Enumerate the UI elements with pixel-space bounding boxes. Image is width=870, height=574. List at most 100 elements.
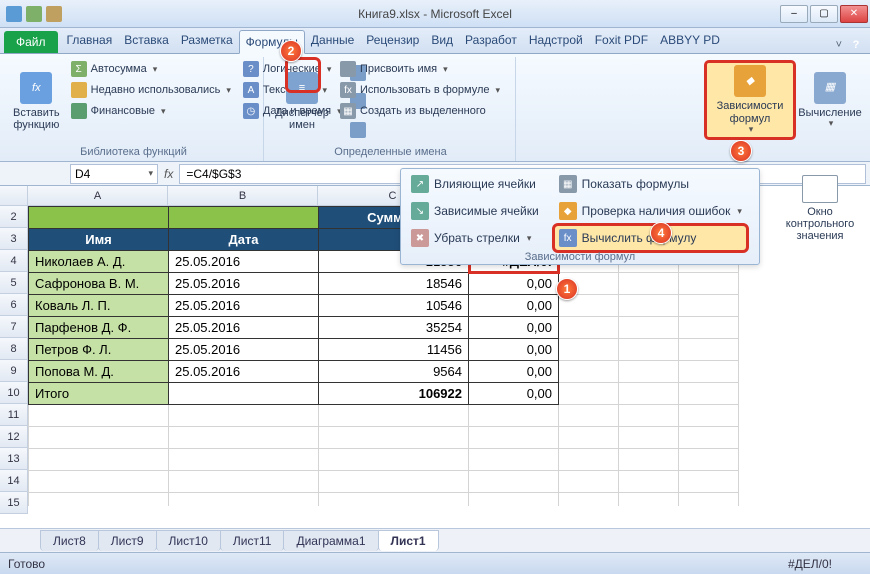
cell[interactable] xyxy=(559,361,619,383)
select-all-corner[interactable] xyxy=(0,186,28,206)
autosum-button[interactable]: ΣАвтосумма▾ xyxy=(67,59,235,79)
row-header[interactable]: 10 xyxy=(0,382,28,404)
cell[interactable] xyxy=(619,295,679,317)
column-header[interactable]: A xyxy=(28,186,168,206)
cell[interactable]: 106922 xyxy=(319,383,469,405)
cell[interactable] xyxy=(169,427,319,449)
sheet-tab[interactable]: Лист11 xyxy=(220,530,285,551)
sheet-tab[interactable]: Лист8 xyxy=(40,530,99,551)
cell[interactable] xyxy=(319,405,469,427)
name-manager-button[interactable]: ≡ Диспетчер имен xyxy=(272,59,332,144)
pct-cell[interactable]: 0,00 xyxy=(469,317,559,339)
cell[interactable] xyxy=(679,295,739,317)
cell[interactable] xyxy=(679,361,739,383)
calculation-button[interactable]: ▦ Вычисление▾ xyxy=(800,62,860,137)
cell[interactable] xyxy=(29,471,169,493)
sheet-tab[interactable]: Диаграмма1 xyxy=(283,530,378,551)
financial-button[interactable]: Финансовые▾ xyxy=(67,101,235,121)
cell[interactable]: Имя xyxy=(29,229,169,251)
tab-вид[interactable]: Вид xyxy=(425,29,459,53)
undo-icon[interactable] xyxy=(46,6,62,22)
cell[interactable] xyxy=(319,471,469,493)
maximize-button[interactable]: ▢ xyxy=(810,5,838,23)
pct-cell[interactable]: 0,00 xyxy=(469,361,559,383)
row-header[interactable]: 6 xyxy=(0,294,28,316)
cell[interactable] xyxy=(169,383,319,405)
tab-foxit pdf[interactable]: Foxit PDF xyxy=(589,29,654,53)
use-in-formula-button[interactable]: fxИспользовать в формуле▾ xyxy=(336,80,504,100)
remove-arrows-button[interactable]: ✖Убрать стрелки▾ xyxy=(407,226,543,250)
pct-cell[interactable]: 0,00 xyxy=(469,295,559,317)
create-from-selection-button[interactable]: ▦Создать из выделенного xyxy=(336,101,504,121)
watch-window-button[interactable]: Окно контрольного значения xyxy=(778,175,862,242)
date-cell[interactable]: 25.05.2016 xyxy=(169,317,319,339)
insert-function-button[interactable]: fx Вставить функцию xyxy=(10,59,63,144)
cell[interactable] xyxy=(679,339,739,361)
total-label[interactable]: Итого xyxy=(29,383,169,405)
tab-вставка[interactable]: Вставка xyxy=(118,29,175,53)
show-formulas-button[interactable]: ▦Показать формулы xyxy=(555,172,746,196)
name-cell[interactable]: Парфенов Д. Ф. xyxy=(29,317,169,339)
cell[interactable] xyxy=(619,317,679,339)
row-header[interactable]: 12 xyxy=(0,426,28,448)
date-cell[interactable]: 25.05.2016 xyxy=(169,361,319,383)
cell[interactable] xyxy=(679,449,739,471)
cell[interactable] xyxy=(169,493,319,507)
cell[interactable] xyxy=(169,449,319,471)
name-box[interactable]: D4▾ xyxy=(70,164,158,184)
cell[interactable] xyxy=(619,493,679,507)
row-header[interactable]: 2 xyxy=(0,206,28,228)
cell[interactable]: 0,00 xyxy=(469,383,559,405)
cell[interactable] xyxy=(619,339,679,361)
fx-label-icon[interactable]: fx xyxy=(164,167,173,181)
row-header[interactable]: 5 xyxy=(0,272,28,294)
cell[interactable] xyxy=(169,405,319,427)
trace-precedents-button[interactable]: ↗Влияющие ячейки xyxy=(407,172,543,196)
define-name-button[interactable]: Присвоить имя▾ xyxy=(336,59,504,79)
cell[interactable] xyxy=(469,427,559,449)
tab-надстрой[interactable]: Надстрой xyxy=(523,29,589,53)
row-header[interactable]: 11 xyxy=(0,404,28,426)
sheet-tab[interactable]: Лист9 xyxy=(98,530,157,551)
cell[interactable] xyxy=(619,449,679,471)
sheet-tab[interactable]: Лист1 xyxy=(378,530,439,551)
cell[interactable] xyxy=(679,471,739,493)
tab-abbyy pd[interactable]: ABBYY PD xyxy=(654,29,726,53)
tab-file[interactable]: Файл xyxy=(4,31,58,53)
cell[interactable] xyxy=(169,207,319,229)
row-header[interactable]: 13 xyxy=(0,448,28,470)
ribbon-collapse-icon[interactable]: ˅ xyxy=(836,39,842,51)
name-cell[interactable]: Петров Ф. Л. xyxy=(29,339,169,361)
cell[interactable] xyxy=(559,493,619,507)
help-icon[interactable]: ? xyxy=(848,37,864,53)
cell[interactable] xyxy=(319,449,469,471)
cell[interactable] xyxy=(559,339,619,361)
cell[interactable] xyxy=(319,493,469,507)
date-cell[interactable]: 25.05.2016 xyxy=(169,295,319,317)
cell[interactable] xyxy=(469,449,559,471)
row-header[interactable]: 14 xyxy=(0,470,28,492)
cell[interactable] xyxy=(679,427,739,449)
sum-cell[interactable]: 18546 xyxy=(319,273,469,295)
error-checking-button[interactable]: ◆Проверка наличия ошибок▾ xyxy=(555,199,746,223)
tab-данные[interactable]: Данные xyxy=(305,29,360,53)
pct-cell[interactable]: 0,00 xyxy=(469,273,559,295)
name-cell[interactable]: Попова М. Д. xyxy=(29,361,169,383)
row-header[interactable]: 3 xyxy=(0,228,28,250)
cell[interactable] xyxy=(619,405,679,427)
sheet-tab[interactable]: Лист10 xyxy=(156,530,221,551)
cell[interactable] xyxy=(29,449,169,471)
minimize-button[interactable]: – xyxy=(780,5,808,23)
cell[interactable] xyxy=(29,493,169,507)
cell[interactable] xyxy=(679,317,739,339)
date-cell[interactable]: 25.05.2016 xyxy=(169,339,319,361)
tab-рецензир[interactable]: Рецензир xyxy=(360,29,425,53)
cell[interactable] xyxy=(29,207,169,229)
name-cell[interactable]: Коваль Л. П. xyxy=(29,295,169,317)
row-header[interactable]: 7 xyxy=(0,316,28,338)
cell[interactable] xyxy=(469,493,559,507)
tab-разметка[interactable]: Разметка xyxy=(175,29,239,53)
cell[interactable] xyxy=(679,273,739,295)
trace-dependents-button[interactable]: ↘Зависимые ячейки xyxy=(407,199,543,223)
cell[interactable] xyxy=(559,449,619,471)
